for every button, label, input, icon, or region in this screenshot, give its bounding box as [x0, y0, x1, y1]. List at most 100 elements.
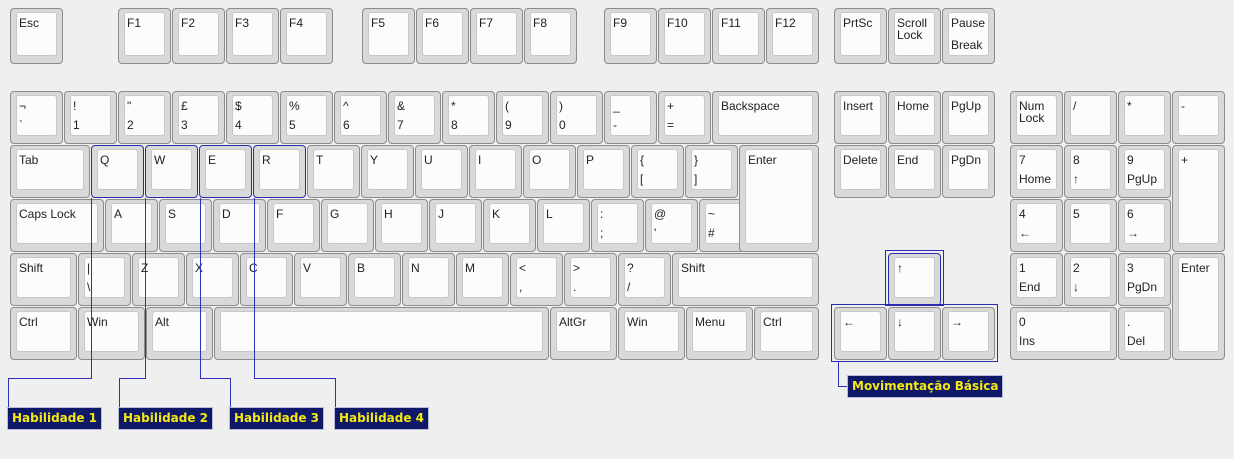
key-label: ¬ — [19, 99, 27, 113]
key-sublabel: 8 — [451, 118, 458, 132]
key-label: N — [411, 261, 420, 275]
key-label: + — [1181, 153, 1189, 167]
key-symbol: >. — [564, 253, 617, 306]
key-enter: Enter — [739, 145, 819, 252]
label-movimentacao-basica: Movimentação Básica — [847, 375, 1004, 398]
key-label: 2 — [1073, 261, 1080, 275]
key-f5: F5 — [362, 8, 415, 64]
key-sublabel: ; — [600, 226, 604, 240]
key-caps-lock: Caps Lock — [10, 199, 104, 252]
key-f7: F7 — [470, 8, 523, 64]
key-label: T — [316, 153, 324, 167]
key-r: R — [253, 145, 306, 198]
key-label: { — [640, 153, 645, 167]
key-shift: Shift — [10, 253, 77, 306]
key-label: I — [478, 153, 482, 167]
key-w: W — [145, 145, 198, 198]
key-p: P — [577, 145, 630, 198]
connector-line — [91, 198, 92, 379]
key-label: End — [897, 153, 919, 167]
key-label: Esc — [19, 16, 40, 30]
key-z: Z — [132, 253, 185, 306]
key-label: Caps Lock — [19, 207, 76, 221]
key-symbol: ¬ ` — [10, 91, 63, 144]
key-label: AltGr — [559, 315, 587, 329]
key-m: M — [456, 253, 509, 306]
key-end: End — [888, 145, 941, 198]
key-g: G — [321, 199, 374, 252]
key-label: Q — [100, 153, 110, 167]
key-i: I — [469, 145, 522, 198]
key-shift: Shift — [672, 253, 819, 306]
key-symbol: - — [1172, 91, 1225, 144]
key-label: Shift — [19, 261, 44, 275]
connector-line — [254, 198, 255, 379]
key-label: Enter — [1181, 261, 1210, 275]
key-sublabel: / — [627, 280, 631, 294]
key-label: Alt — [155, 315, 170, 329]
key-symbol: $4 — [226, 91, 279, 144]
key-symbol: . Del — [1118, 307, 1171, 360]
key-sublabel: Home — [1019, 172, 1052, 186]
key-delete: Delete — [834, 145, 887, 198]
key-label: * — [1127, 99, 1132, 113]
key-ctrl: Ctrl — [10, 307, 77, 360]
key-sublabel: PgUp — [1127, 172, 1158, 186]
label-habilidade-1: Habilidade 1 — [7, 407, 103, 430]
key-sublabel: 6 — [343, 118, 350, 132]
key-label: Scroll Lock — [897, 16, 928, 42]
key-symbol: ) 0 — [550, 91, 603, 144]
key-label: P — [586, 153, 595, 167]
key-esc: Esc — [10, 8, 63, 64]
connector-line — [838, 362, 839, 387]
key-sublabel: Ins — [1019, 334, 1036, 348]
key-win: Win — [618, 307, 685, 360]
key-f: F — [267, 199, 320, 252]
key-symbol: £3 — [172, 91, 225, 144]
key-sublabel: Break — [951, 38, 983, 52]
key-label: Backspace — [721, 99, 780, 113]
label-habilidade-4: Habilidade 4 — [334, 407, 430, 430]
key-label: 1 — [1019, 261, 1026, 275]
key-label: F3 — [235, 16, 250, 30]
key-label: Pause — [951, 16, 986, 30]
key-label: ) — [559, 99, 563, 113]
connector-line — [119, 378, 120, 408]
key-a: A — [105, 199, 158, 252]
key-j: J — [429, 199, 482, 252]
key-label: $ — [235, 99, 242, 113]
key-label: F6 — [425, 16, 440, 30]
connector-line — [335, 378, 336, 408]
key-label: G — [330, 207, 340, 221]
key-f11: F11 — [712, 8, 765, 64]
key-symbol: (9 — [496, 91, 549, 144]
key-label: F7 — [479, 16, 494, 30]
key-label: Enter — [748, 153, 777, 167]
key-y: Y — [361, 145, 414, 198]
key-label: M — [465, 261, 475, 275]
key-prtsc: PrtSc — [834, 8, 887, 64]
key-label: F9 — [613, 16, 628, 30]
key-menu: Menu — [686, 307, 753, 360]
key-sublabel: ↑ — [1073, 172, 1079, 186]
key-label: 6 — [1127, 207, 1134, 221]
key-t: T — [307, 145, 360, 198]
keyboard-layout: Esc F1 F2 F3 F4 F5 F6 F7 F8 F9 F10 F11 F12 PrtSc Scrol… — [0, 0, 1234, 459]
key-label: / — [1073, 99, 1077, 113]
connector-line — [8, 378, 9, 408]
key-label: 3 — [1127, 261, 1134, 275]
key-numpad-enter: Enter — [1172, 253, 1225, 360]
key-sublabel: PgDn — [1127, 280, 1158, 294]
key-label: ^ — [343, 99, 349, 113]
key-sublabel: 4 — [235, 118, 242, 132]
key-pause: Pause Break — [942, 8, 995, 64]
arrow-up-highlight — [885, 250, 944, 306]
key-num-lock: Num Lock — [1010, 91, 1063, 144]
key-symbol: {[ — [631, 145, 684, 198]
key-alt: Alt — [146, 307, 213, 360]
connector-line — [145, 198, 146, 379]
key-tab: Tab — [10, 145, 90, 198]
key-sublabel: End — [1019, 280, 1041, 294]
connector-line — [230, 378, 231, 408]
key-sublabel: [ — [640, 172, 644, 186]
